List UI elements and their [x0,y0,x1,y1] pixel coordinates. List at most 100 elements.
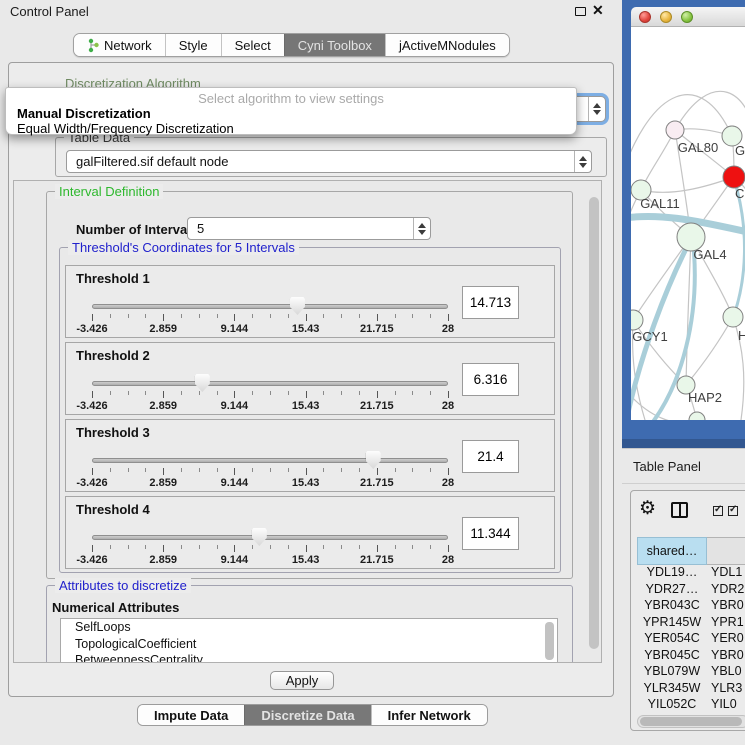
numerical-attributes-label: Numerical Attributes [52,600,179,615]
column-layout-icon[interactable] [671,502,688,518]
slider-thumb[interactable] [290,297,305,315]
close-traffic-icon[interactable] [639,11,651,23]
threshold-2-slider[interactable]: -3.4262.8599.14415.4321.71528 [92,373,448,413]
tab-cyni-toolbox[interactable]: Cyni Toolbox [284,34,385,56]
table-data-combobox[interactable]: galFiltered.sif default node [66,150,592,173]
slider-thumb[interactable] [195,374,210,392]
slider-ticks [92,468,448,476]
tab-style[interactable]: Style [165,34,221,56]
cell-shared-name[interactable]: YLR345W [637,681,707,698]
table-row[interactable]: YDR27…YDR2 [637,582,745,599]
tick-mark [163,468,164,475]
table-row[interactable]: YER054CYER0 [637,631,745,648]
float-window-icon[interactable] [575,7,586,16]
tab-jactivemnodules[interactable]: jActiveMNodules [385,34,509,56]
cell-shared-name[interactable]: YBL079W [637,664,707,681]
slider-track[interactable] [92,381,448,386]
table-row[interactable]: YBR045CYBR0 [637,648,745,665]
cell-name[interactable]: YLR3 [707,681,745,698]
cell-shared-name[interactable]: YIL052C [637,697,707,713]
threshold-2-value[interactable]: 6.316 [462,363,519,396]
cell-shared-name[interactable]: YDR27… [637,582,707,599]
right-mid-node[interactable] [723,307,743,327]
cell-name[interactable]: YPR1 [707,615,745,632]
settings-scrollbar[interactable] [589,197,599,649]
tab-infer-network[interactable]: Infer Network [371,705,487,725]
slider-track[interactable] [92,304,448,309]
table-row[interactable]: YBL079WYBL0 [637,664,745,681]
tab-network[interactable]: Network [74,34,165,56]
slider-track[interactable] [92,458,448,463]
tick-mark [377,468,378,475]
scrollbar-thumb[interactable] [640,717,742,726]
network-canvas[interactable]: GAL80GACGAL11GAL4GCY1HHAP2 [631,27,745,420]
attribute-list-item[interactable]: TopologicalCoefficient [61,636,557,653]
menu-item-equal-width-frequency[interactable]: Equal Width/Frequency Discretization [17,121,234,136]
settings-scroll-area: Interval Definition Number of Intervals … [13,180,602,663]
scale-tick-label: 21.715 [360,554,394,566]
tab-impute-data[interactable]: Impute Data [138,705,244,725]
tick-mark [163,391,164,398]
column-header-shared-name[interactable]: shared… [637,537,707,565]
tick-mark [181,391,182,395]
threshold-4-value[interactable]: 11.344 [462,517,519,550]
slider-thumb[interactable] [366,451,381,469]
cell-shared-name[interactable]: YPR145W [637,615,707,632]
cell-name[interactable]: YER0 [707,631,745,648]
menu-item-manual-discretization[interactable]: Manual Discretization [17,106,151,121]
cell-name[interactable]: YBL0 [707,664,745,681]
table-row[interactable]: YPR145WYPR1 [637,615,745,632]
selected-red-node[interactable] [723,166,745,188]
zoom-traffic-icon[interactable] [681,11,693,23]
cell-name[interactable]: YBR0 [707,598,745,615]
slider-thumb[interactable] [252,528,267,546]
table-row[interactable]: YLR345WYLR3 [637,681,745,698]
table-row[interactable]: YDL19…YDL1 [637,565,745,582]
cell-name[interactable]: YDL1 [707,565,745,582]
cell-shared-name[interactable]: YDL19… [637,565,707,582]
gal80-node[interactable] [666,121,684,139]
table-body: YDL19…YDL1YDR27…YDR2YBR043CYBR0YPR145WYP… [637,565,745,713]
scale-tick-label: 28 [442,323,454,335]
cell-name[interactable]: YBR0 [707,648,745,665]
tick-mark [163,545,164,552]
numerical-attributes-list[interactable]: SelfLoopsTopologicalCoefficientBetweenne… [60,618,558,663]
checkbox-icon[interactable] [728,506,738,516]
tab-discretize-data[interactable]: Discretize Data [244,705,370,725]
cell-shared-name[interactable]: YBR045C [637,648,707,665]
checkbox-icon[interactable] [713,506,723,516]
cell-shared-name[interactable]: YER054C [637,631,707,648]
scale-tick-label: 2.859 [149,477,177,489]
table-row[interactable]: YIL052CYIL0 [637,697,745,713]
attribute-list-item[interactable]: SelfLoops [61,619,557,636]
minimize-traffic-icon[interactable] [660,11,672,23]
scale-tick-label: 21.715 [360,477,394,489]
bottom-node[interactable] [689,412,705,420]
threshold-3-value[interactable]: 21.4 [462,440,519,473]
close-icon[interactable]: ✕ [592,2,604,19]
tab-select[interactable]: Select [221,34,284,56]
tick-mark [323,468,324,472]
gcy1-node[interactable] [631,310,643,330]
list-scrollbar[interactable] [545,622,554,660]
cell-name[interactable]: YDR2 [707,582,745,599]
threshold-1-value[interactable]: 14.713 [462,286,519,319]
cell-name[interactable]: YIL0 [707,697,745,713]
slider-track[interactable] [92,535,448,540]
cell-shared-name[interactable]: YBR043C [637,598,707,615]
network-window-titlebar[interactable] [631,7,745,27]
interval-definition-title: Interval Definition [55,184,163,199]
tick-mark [270,391,271,395]
attribute-list-item[interactable]: BetweennessCentrality [61,652,557,663]
threshold-1-slider[interactable]: -3.4262.8599.14415.4321.71528 [92,296,448,336]
tick-mark [341,314,342,318]
number-of-intervals-combobox[interactable]: 5 [187,217,431,240]
apply-button[interactable]: Apply [270,671,334,690]
gear-icon[interactable]: ⚙ [639,499,656,518]
table-row[interactable]: YBR043CYBR0 [637,598,745,615]
tick-mark [395,314,396,318]
threshold-3-slider[interactable]: -3.4262.8599.14415.4321.71528 [92,450,448,490]
threshold-4-slider[interactable]: -3.4262.8599.14415.4321.71528 [92,527,448,567]
column-header-name[interactable]: na [707,537,745,565]
table-horizontal-scrollbar[interactable] [637,715,745,728]
